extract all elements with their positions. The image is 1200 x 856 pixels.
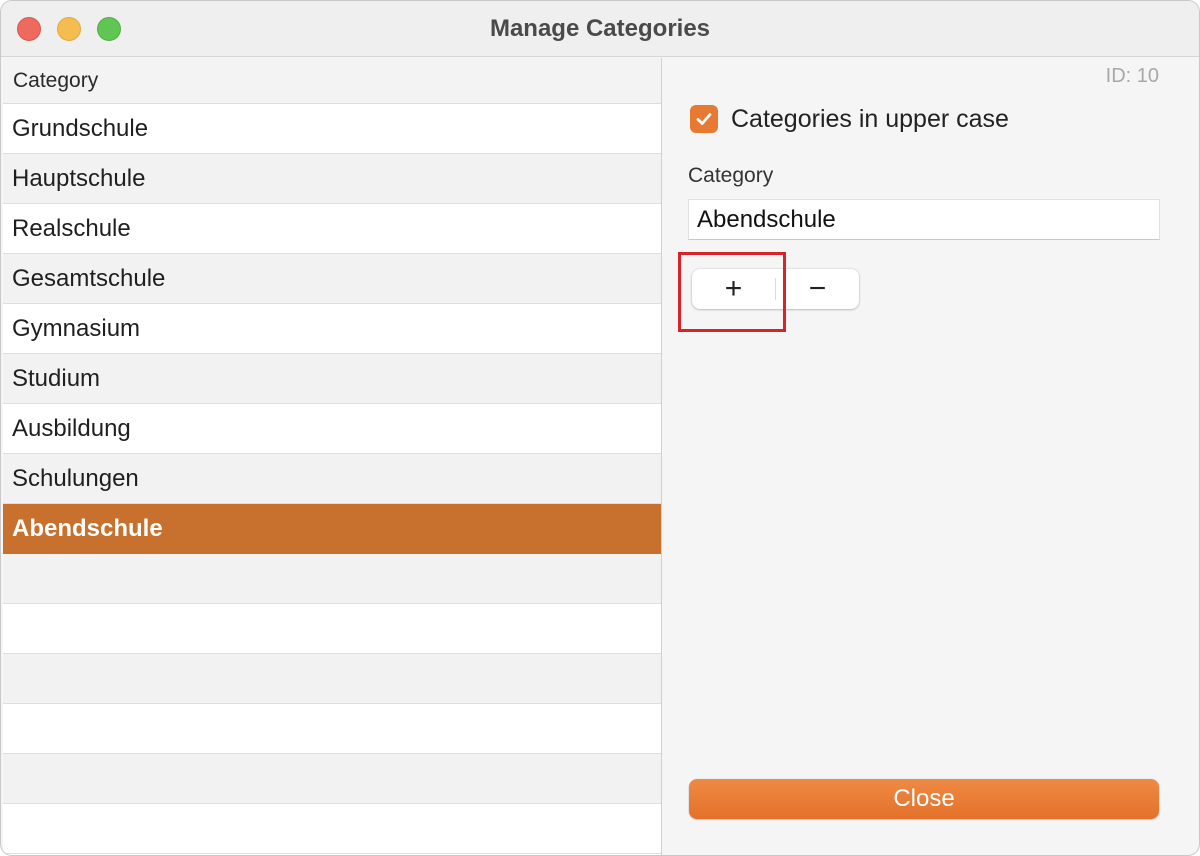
empty-table-row[interactable]: [3, 704, 661, 754]
checkmark-icon: [696, 113, 712, 125]
empty-table-row[interactable]: [3, 804, 661, 854]
highlight-box: [678, 252, 786, 332]
table-body: Grundschule Hauptschule Realschule Gesamtsc…: [3, 104, 661, 854]
table-row[interactable]: Schulungen: [3, 454, 661, 504]
empty-table-row[interactable]: [3, 604, 661, 654]
table-row[interactable]: Realschule: [3, 204, 661, 254]
empty-table-row[interactable]: [3, 754, 661, 804]
category-table[interactable]: Category Grundschule Hauptschule Realschul…: [3, 58, 662, 855]
table-header-category[interactable]: Category: [3, 58, 661, 104]
table-row[interactable]: Gesamtschule: [3, 254, 661, 304]
close-button[interactable]: Close: [689, 779, 1159, 819]
window-title: Manage Categories: [489, 15, 711, 42]
empty-table-row[interactable]: [3, 554, 661, 604]
table-row[interactable]: Ausbildung: [3, 404, 661, 454]
id-label: ID: 10: [1105, 65, 1159, 87]
uppercase-checkbox-row[interactable]: Categories in upper case: [690, 103, 1009, 135]
uppercase-checkbox[interactable]: [690, 105, 718, 133]
table-row[interactable]: Gymnasium: [3, 304, 661, 354]
manage-categories-window: Manage Categories Category Grundschule Ha…: [0, 0, 1200, 856]
uppercase-checkbox-label: Categories in upper case: [731, 104, 1009, 133]
table-row[interactable]: Studium: [3, 354, 661, 404]
table-row[interactable]: Grundschule: [3, 104, 661, 154]
empty-table-row[interactable]: [3, 654, 661, 704]
category-input[interactable]: Abendschule: [688, 199, 1160, 240]
category-field-label: Category: [688, 164, 774, 187]
titlebar: Manage Categories: [1, 1, 1199, 57]
table-row[interactable]: Abendschule: [3, 504, 661, 554]
remove-category-button[interactable]: −: [776, 269, 859, 309]
table-row[interactable]: Hauptschule: [3, 154, 661, 204]
